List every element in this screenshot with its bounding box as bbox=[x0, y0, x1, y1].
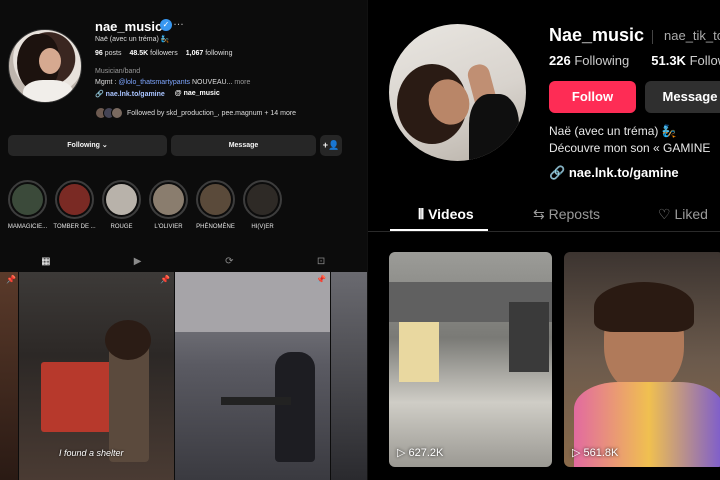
reposts-icon: ⇆ bbox=[533, 206, 545, 222]
message-button[interactable]: Message bbox=[645, 81, 720, 113]
pin-icon: 📌 bbox=[316, 275, 326, 284]
following-button[interactable]: Following ⌄ bbox=[8, 135, 167, 156]
followers-count[interactable]: 48.5K followers bbox=[129, 50, 177, 57]
verified-badge-icon: ✓ bbox=[160, 19, 172, 31]
profile-handle: nae_tik_to bbox=[664, 28, 720, 43]
profile-stats: 96 posts 48.5K followers 1,067 following bbox=[95, 50, 232, 57]
post-thumbnail[interactable] bbox=[331, 272, 367, 480]
profile-tabs: ⦀ Videos ⇆ Reposts ♡ Liked bbox=[368, 200, 720, 232]
highlight-item[interactable]: HI(V)ER bbox=[243, 180, 282, 230]
posts-grid: 📌 📌 I found a shelter 📌 bbox=[0, 272, 367, 480]
follow-button[interactable]: Follow bbox=[549, 81, 636, 113]
highlight-label: TOMBER DE ... bbox=[53, 224, 96, 230]
followers-count[interactable]: 51.3K Followers bbox=[651, 53, 720, 68]
reels-icon[interactable]: ▶ bbox=[98, 256, 178, 267]
highlight-item[interactable]: ROUGE bbox=[102, 180, 141, 230]
more-options-icon[interactable]: … bbox=[173, 16, 184, 28]
highlight-item[interactable]: MAMAGICIE... bbox=[8, 180, 47, 230]
posts-count: 96 posts bbox=[95, 50, 122, 57]
video-thumbnail[interactable]: ▷ 561.8K bbox=[564, 252, 720, 467]
following-count[interactable]: 1,067 following bbox=[186, 50, 233, 57]
grid-icon[interactable]: ▦ bbox=[6, 256, 86, 267]
bio-more-link[interactable]: more bbox=[232, 79, 250, 86]
bio-line: Naë (avec un tréma) 🧞 bbox=[549, 124, 677, 138]
profile-username: nae_music bbox=[95, 19, 163, 34]
video-views: ▷ 561.8K bbox=[572, 447, 619, 459]
video-views: ▷ 627.2K bbox=[397, 447, 444, 459]
video-thumbnail[interactable]: ▷ 627.2K bbox=[389, 252, 552, 467]
profile-avatar[interactable] bbox=[389, 24, 526, 161]
heart-icon: ♡ bbox=[658, 206, 671, 222]
divider bbox=[652, 30, 653, 44]
highlight-item[interactable]: L'OLIVIER bbox=[149, 180, 188, 230]
highlight-label: ROUGE bbox=[110, 224, 133, 230]
profile-links: 🔗 nae.lnk.to/gamine @ nae_music bbox=[95, 90, 220, 98]
message-button[interactable]: Message bbox=[171, 135, 316, 156]
profile-avatar[interactable] bbox=[8, 29, 82, 103]
highlight-label: MAMAGICIE... bbox=[7, 224, 48, 230]
highlight-item[interactable]: PHÉNOMÈNE bbox=[196, 180, 235, 230]
avatar bbox=[111, 107, 123, 119]
profile-tabs: ▦ ▶ ⟳ ⊡ bbox=[0, 252, 367, 270]
story-highlights: MAMAGICIE... TOMBER DE ... ROUGE L'OLIVI… bbox=[8, 180, 282, 230]
active-tab-indicator bbox=[390, 229, 488, 231]
highlight-label: L'OLIVIER bbox=[154, 224, 183, 230]
highlight-item[interactable]: TOMBER DE ... bbox=[53, 180, 96, 230]
post-thumbnail[interactable]: 📌 I found a shelter bbox=[19, 272, 174, 480]
profile-stats: 226 Following 51.3K Followers bbox=[549, 53, 720, 68]
post-thumbnail[interactable]: 📌 bbox=[0, 272, 18, 480]
followed-by-avatars bbox=[95, 107, 123, 119]
tab-liked[interactable]: ♡ Liked bbox=[658, 206, 708, 223]
external-link[interactable]: 🔗 nae.lnk.to/gamine bbox=[95, 90, 165, 98]
post-thumbnail[interactable]: 📌 bbox=[175, 272, 330, 480]
profile-category: Musician/band bbox=[95, 68, 141, 75]
threads-link[interactable]: @ nae_music bbox=[175, 90, 220, 98]
add-user-icon[interactable]: +👤 bbox=[320, 135, 342, 156]
mgmt-mention-link[interactable]: @lolo_thatsmartypants bbox=[118, 79, 190, 86]
tab-videos[interactable]: ⦀ Videos bbox=[418, 206, 474, 223]
highlight-label: PHÉNOMÈNE bbox=[196, 224, 235, 230]
pin-icon: 📌 bbox=[160, 275, 170, 284]
followed-by-text: Followed by skd_production_, pee.magnum … bbox=[127, 109, 297, 117]
link-icon: 🔗 bbox=[549, 165, 566, 180]
instagram-profile-panel: nae_music ✓ … Naë (avec un tréma) 🧞 96 p… bbox=[0, 0, 367, 480]
pin-icon: 📌 bbox=[6, 275, 16, 284]
profile-bio: Mgmt : @lolo_thatsmartypants NOUVEAU... … bbox=[95, 79, 251, 86]
reposts-icon[interactable]: ⟳ bbox=[189, 256, 269, 267]
external-link[interactable]: 🔗 nae.lnk.to/gamine bbox=[549, 165, 679, 181]
videos-icon: ⦀ bbox=[418, 206, 425, 222]
profile-username: Nae_music bbox=[549, 25, 645, 45]
highlight-label: HI(V)ER bbox=[251, 224, 274, 230]
tiktok-profile-panel: Nae_music nae_tik_to 226 Following 51.3K… bbox=[367, 0, 720, 480]
following-count[interactable]: 226 Following bbox=[549, 53, 629, 68]
profile-display-name: Naë (avec un tréma) 🧞 bbox=[95, 36, 170, 43]
post-caption: I found a shelter bbox=[59, 448, 124, 458]
tab-reposts[interactable]: ⇆ Reposts bbox=[533, 206, 600, 223]
followed-by[interactable]: Followed by skd_production_, pee.magnum … bbox=[95, 107, 296, 119]
bio-line: Découvre mon son « GAMINE bbox=[549, 141, 711, 155]
tagged-icon[interactable]: ⊡ bbox=[281, 256, 361, 267]
